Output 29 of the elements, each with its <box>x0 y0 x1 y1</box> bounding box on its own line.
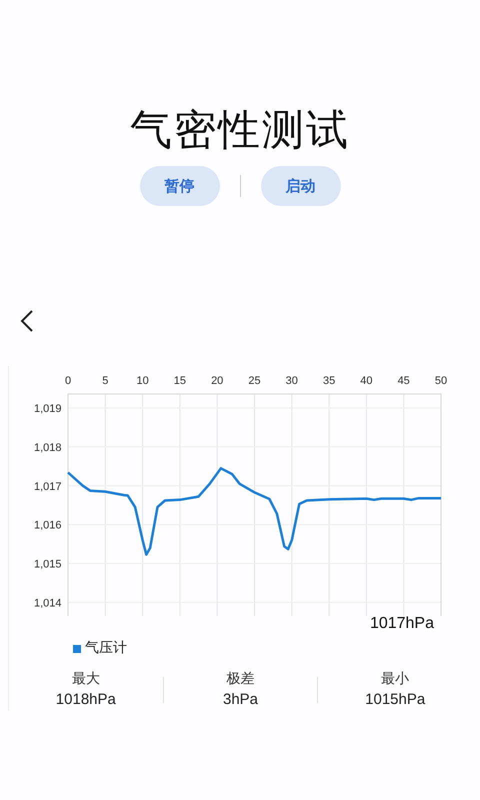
x-tick-label: 40 <box>360 375 373 387</box>
x-tick-label: 35 <box>322 375 336 387</box>
x-tick-label: 0 <box>64 375 72 387</box>
stat-label: 最小 <box>381 670 410 689</box>
stat-value: 1015hPa <box>365 690 426 710</box>
x-tick-label: 15 <box>174 375 186 387</box>
y-tick-label: 1,018 <box>34 442 62 454</box>
x-tick-label: 20 <box>211 375 224 387</box>
page-title: 气密性测试 <box>130 104 350 156</box>
x-tick-label: 45 <box>398 375 410 387</box>
y-tick-label: 1,014 <box>34 597 62 610</box>
x-tick-label: 25 <box>248 375 261 387</box>
x-tick-label: 30 <box>286 375 298 387</box>
stat-label: 最大 <box>72 670 100 689</box>
x-tick-label: 10 <box>136 375 149 387</box>
x-tick-label: 50 <box>434 375 448 387</box>
current-reading: 1017hPa <box>370 614 434 634</box>
stat-label: 极差 <box>226 670 254 689</box>
y-tick-label: 1,016 <box>34 520 62 532</box>
y-tick-label: 1,019 <box>34 403 62 415</box>
pill-button[interactable]: 暂停 <box>140 166 220 206</box>
legend-label: 气压计 <box>85 639 127 658</box>
back-icon[interactable] <box>20 309 34 333</box>
stat-value: 3hPa <box>222 690 258 710</box>
y-tick-label: 1,015 <box>34 558 62 571</box>
stat-value: 1018hPa <box>56 690 116 710</box>
y-tick-label: 1,017 <box>34 480 62 493</box>
x-tick-label: 5 <box>102 375 108 387</box>
pill-button[interactable]: 启动 <box>260 166 340 206</box>
